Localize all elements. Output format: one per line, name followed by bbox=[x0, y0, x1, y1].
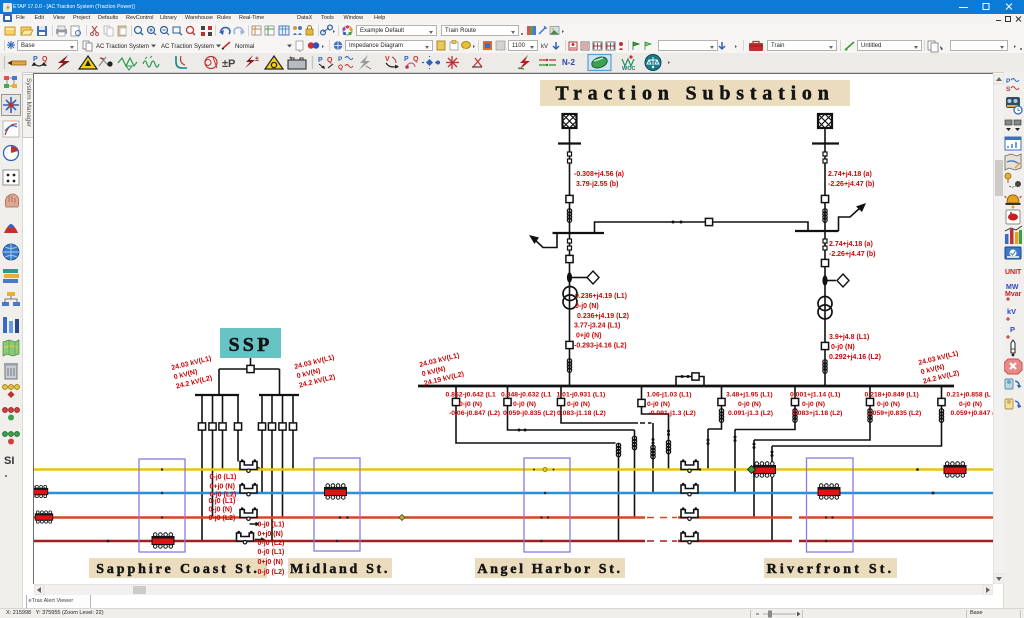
svg-text:0.059+j0.847 (: 0.059+j0.847 ( bbox=[951, 410, 994, 417]
svg-text:0.083-j1.18 (L2): 0.083-j1.18 (L2) bbox=[557, 410, 606, 417]
svg-text:P: P bbox=[318, 57, 323, 64]
svg-text:0.236+j4.19 (L2): 0.236+j4.19 (L2) bbox=[577, 313, 629, 320]
svg-text:Riverfront St.: Riverfront St. bbox=[767, 562, 895, 577]
svg-text:0-j0 (L2): 0-j0 (L2) bbox=[258, 540, 285, 547]
svg-text:0-j0 (L2): 0-j0 (L2) bbox=[209, 515, 236, 522]
svg-text:1.06-j1.03 (L1): 1.06-j1.03 (L1) bbox=[647, 392, 692, 399]
svg-text:Angel Harbor St.: Angel Harbor St. bbox=[477, 562, 622, 577]
svg-text:0-j0 (L2): 0-j0 (L2) bbox=[258, 569, 285, 576]
svg-text:3.79-j2.55 (b): 3.79-j2.55 (b) bbox=[576, 181, 618, 188]
svg-text:0+j0 (N): 0+j0 (N) bbox=[258, 531, 283, 538]
svg-text:SI: SI bbox=[4, 455, 14, 467]
svg-text:0.083+j1.18 (L2): 0.083+j1.18 (L2) bbox=[792, 410, 842, 417]
svg-text:0-j0 (N): 0-j0 (N) bbox=[959, 401, 982, 408]
svg-text:Sapphire Coast St.: Sapphire Coast St. bbox=[96, 562, 260, 577]
svg-text:0-j0 (N): 0-j0 (N) bbox=[877, 401, 900, 408]
svg-text:0+j0 (N): 0+j0 (N) bbox=[258, 559, 283, 566]
svg-text:0.292+j4.16 (L2): 0.292+j4.16 (L2) bbox=[829, 354, 881, 361]
svg-text:0-j0 (N): 0-j0 (N) bbox=[209, 507, 233, 514]
svg-text:0-j0 (N): 0-j0 (N) bbox=[575, 303, 599, 310]
svg-text:V: V bbox=[385, 56, 390, 63]
svg-text:Traction Substation: Traction Substation bbox=[555, 83, 834, 105]
svg-text:-0.293-j4.16 (L2): -0.293-j4.16 (L2) bbox=[574, 343, 627, 350]
svg-text:-2.26+j4.47 (b): -2.26+j4.47 (b) bbox=[829, 251, 876, 258]
svg-text:0+j0 (N): 0+j0 (N) bbox=[576, 333, 601, 340]
svg-text:0-j0 (N): 0-j0 (N) bbox=[647, 401, 670, 408]
svg-text:3.48+j1.95 (L1): 3.48+j1.95 (L1) bbox=[726, 392, 773, 399]
svg-text:Q: Q bbox=[413, 56, 419, 63]
svg-text:1.01-j0.931 (L1): 1.01-j0.931 (L1) bbox=[557, 392, 606, 399]
svg-text:P: P bbox=[338, 56, 343, 63]
svg-text:Q: Q bbox=[338, 64, 343, 71]
svg-text:0-j0 (N): 0-j0 (N) bbox=[567, 401, 590, 408]
svg-text:-0.308+j4.56 (a): -0.308+j4.56 (a) bbox=[574, 171, 624, 178]
svg-text:0-j0 (N): 0-j0 (N) bbox=[459, 401, 482, 408]
svg-text:±P: ±P bbox=[222, 58, 235, 70]
svg-text:AC Traction System: AC Traction System bbox=[96, 44, 149, 50]
svg-text:2.74+j4.18 (a): 2.74+j4.18 (a) bbox=[829, 241, 873, 248]
svg-text:P: P bbox=[1010, 325, 1015, 334]
svg-text:0-j0 (L1): 0-j0 (L1) bbox=[210, 474, 237, 481]
svg-text:Q: Q bbox=[327, 57, 333, 64]
svg-text:Normal: Normal bbox=[235, 44, 254, 50]
svg-text:UNIT: UNIT bbox=[1005, 269, 1022, 276]
svg-text:MW: MW bbox=[1006, 284, 1019, 291]
svg-text:0.059-j0.835 (L2): 0.059-j0.835 (L2) bbox=[503, 410, 556, 417]
svg-text:0-j0 (N): 0-j0 (N) bbox=[513, 401, 536, 408]
svg-text:+ -: + - bbox=[289, 55, 295, 61]
svg-text:SSP: SSP bbox=[228, 334, 272, 356]
svg-text:Mvar: Mvar bbox=[1005, 291, 1022, 298]
svg-text:0.001+j1.14 (L1): 0.001+j1.14 (L1) bbox=[790, 392, 840, 399]
svg-text:0.091-j1.3 (L2): 0.091-j1.3 (L2) bbox=[728, 410, 773, 417]
svg-text:P: P bbox=[1006, 78, 1011, 85]
svg-text:0.236+j4.19 (L1): 0.236+j4.19 (L1) bbox=[575, 293, 627, 300]
svg-text:0-j0 (N): 0-j0 (N) bbox=[802, 401, 825, 408]
svg-text:AC Traction System: AC Traction System bbox=[161, 44, 214, 50]
svg-text:-0.091-j1.3 (L2): -0.091-j1.3 (L2) bbox=[649, 410, 696, 417]
svg-text:0.21+j0.858 (L: 0.21+j0.858 (L bbox=[947, 392, 991, 399]
svg-text:0+j0 (N): 0+j0 (N) bbox=[210, 484, 235, 491]
svg-text:S: S bbox=[1006, 86, 1011, 93]
svg-text:0-j0 (L1): 0-j0 (L1) bbox=[209, 498, 236, 505]
svg-text:Q: Q bbox=[42, 56, 48, 63]
svg-text:0-j0 (N): 0-j0 (N) bbox=[738, 401, 761, 408]
svg-text:±: ± bbox=[255, 56, 259, 63]
svg-text:2.74+j4.18 (a): 2.74+j4.18 (a) bbox=[828, 171, 872, 178]
svg-text:3.77-j3.24 (L1): 3.77-j3.24 (L1) bbox=[574, 323, 620, 330]
svg-text:0-j0 (L1): 0-j0 (L1) bbox=[258, 549, 285, 556]
svg-text:0-j0 (N): 0-j0 (N) bbox=[831, 344, 855, 351]
svg-text:0.059+j0.835 (L2): 0.059+j0.835 (L2) bbox=[867, 410, 921, 417]
svg-text:0-j0 (L1): 0-j0 (L1) bbox=[258, 522, 285, 529]
svg-text:kV: kV bbox=[1007, 307, 1016, 316]
svg-text:0.848-j0.632 (L1: 0.848-j0.632 (L1 bbox=[501, 392, 551, 399]
svg-text:3.9+j4.8 (L1): 3.9+j4.8 (L1) bbox=[829, 334, 869, 341]
svg-text:0.852-j0.642 (L1: 0.852-j0.642 (L1 bbox=[446, 392, 496, 399]
svg-text:-2.26+j4.47 (b): -2.26+j4.47 (b) bbox=[828, 181, 875, 188]
svg-text:WOC: WOC bbox=[622, 66, 635, 72]
svg-text:-0.06-j0.847 (L2): -0.06-j0.847 (L2) bbox=[449, 410, 500, 417]
svg-text:N-2: N-2 bbox=[562, 58, 575, 67]
svg-text:kV: kV bbox=[541, 44, 548, 50]
svg-text:P: P bbox=[404, 56, 409, 63]
svg-text:0.218+j0.849 (L1): 0.218+j0.849 (L1) bbox=[865, 392, 919, 399]
svg-text:Midland St.: Midland St. bbox=[290, 562, 390, 577]
svg-text:P: P bbox=[33, 56, 38, 63]
